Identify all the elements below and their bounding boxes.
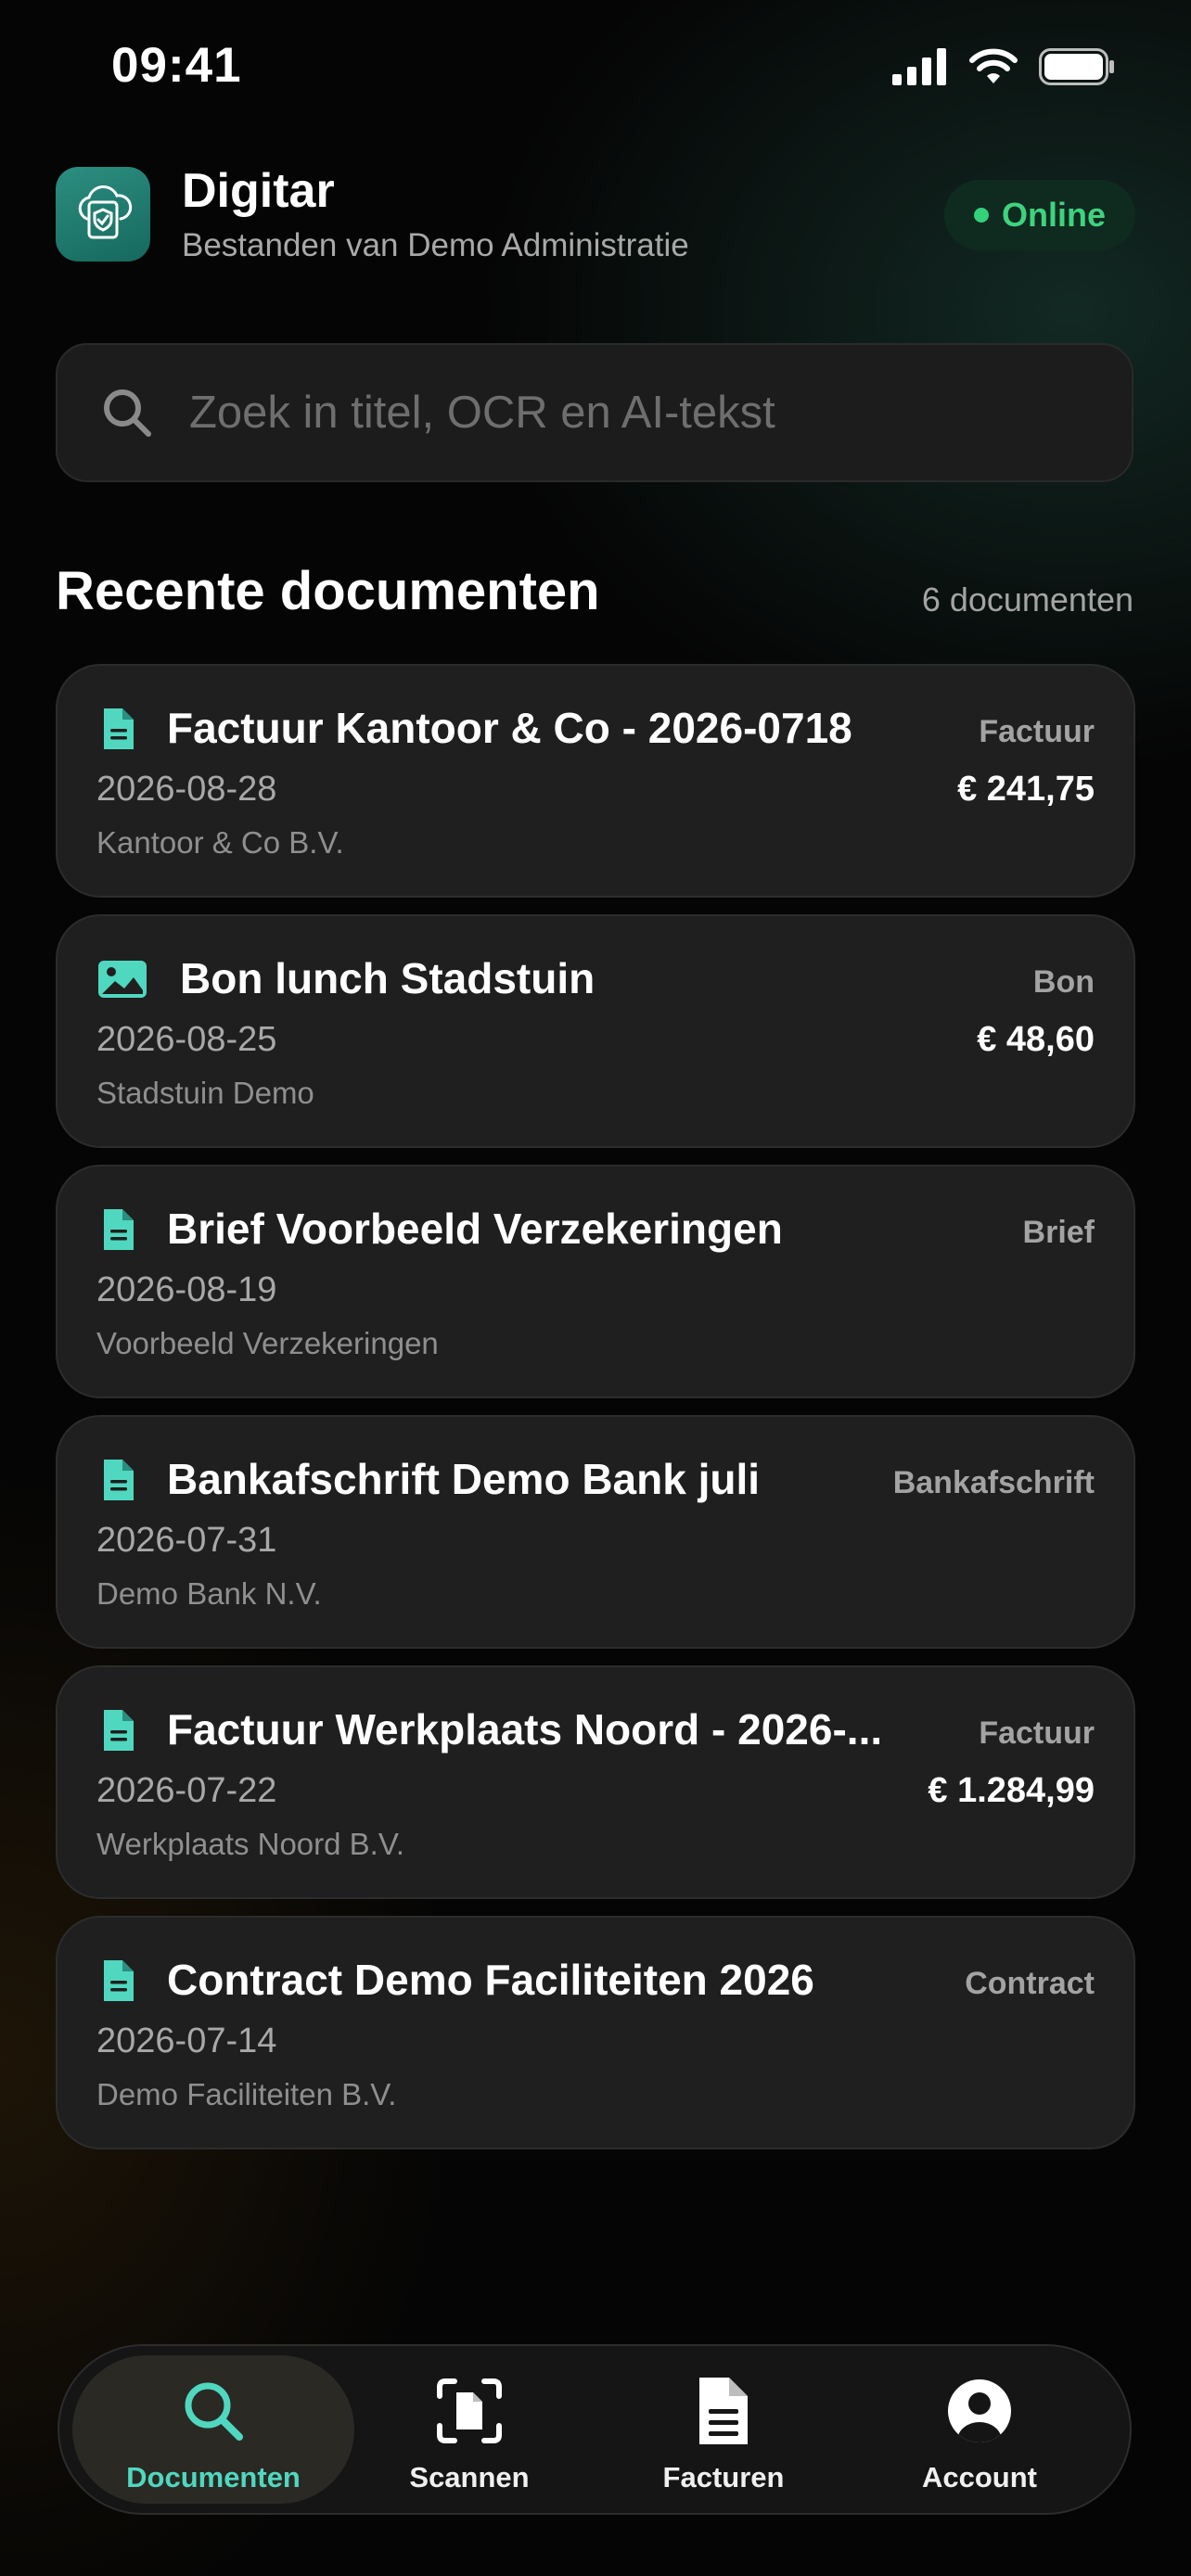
document-company: Kantoor & Co B.V. <box>96 825 344 860</box>
document-icon <box>104 1960 134 2001</box>
document-date: 2026-07-14 <box>96 2021 277 2060</box>
document-count: 6 documenten <box>921 580 1133 618</box>
document-type: Brief <box>1022 1215 1095 1250</box>
battery-icon <box>1039 48 1114 85</box>
document-amount: € 48,60 <box>977 1020 1095 1059</box>
document-icon <box>104 1209 134 1250</box>
tab-label: Documenten <box>126 2461 301 2493</box>
account-icon <box>948 2379 1011 2442</box>
status-icons <box>892 48 1115 85</box>
document-company: Demo Bank N.V. <box>96 1576 322 1611</box>
section-title: Recente documenten <box>56 561 600 621</box>
tab-facturen[interactable]: Facturen <box>583 2355 864 2504</box>
document-icon <box>104 708 134 749</box>
status-badge: Online <box>943 180 1135 250</box>
image-icon <box>98 961 147 998</box>
document-icon <box>104 1460 134 1500</box>
search-input[interactable] <box>187 386 1132 440</box>
document-card[interactable]: Factuur Werkplaats Noord - 2026-... Fact… <box>56 1665 1135 1899</box>
document-company: Demo Faciliteiten B.V. <box>96 2077 397 2111</box>
document-icon <box>104 1710 134 1751</box>
document-list: Factuur Kantoor & Co - 2026-0718 Factuur… <box>56 664 1135 2166</box>
document-date: 2026-07-22 <box>96 1771 277 1810</box>
document-date: 2026-08-28 <box>96 770 277 809</box>
tab-bar: Documenten Scannen Facturen Account <box>58 2344 1132 2515</box>
document-card[interactable]: Bankafschrift Demo Bank juli Bankafschri… <box>56 1415 1135 1649</box>
tab-scannen[interactable]: Scannen <box>328 2355 610 2504</box>
tab-label: Facturen <box>662 2461 785 2493</box>
document-type: Factuur <box>979 714 1095 749</box>
status-bar: 09:41 <box>0 0 1191 139</box>
wifi-icon <box>969 48 1018 83</box>
document-company: Stadstuin Demo <box>96 1076 314 1110</box>
document-type: Bankafschrift <box>892 1465 1095 1500</box>
tab-account[interactable]: Account <box>839 2355 1121 2504</box>
search-icon <box>185 2382 243 2441</box>
document-card[interactable]: Brief Voorbeeld Verzekeringen Brief 2026… <box>56 1165 1135 1398</box>
invoice-icon <box>699 2378 748 2444</box>
document-date: 2026-08-25 <box>96 1020 277 1059</box>
app-subtitle: Bestanden van Demo Administratie <box>182 227 689 263</box>
tab-documenten[interactable]: Documenten <box>72 2355 354 2504</box>
document-type: Contract <box>965 1966 1095 2001</box>
document-title: Factuur Werkplaats Noord - 2026-... <box>167 1705 883 1753</box>
cloud-document-icon <box>78 185 133 239</box>
app-title: Digitar <box>182 164 335 218</box>
document-title: Factuur Kantoor & Co - 2026-0718 <box>167 704 852 752</box>
document-title: Brief Voorbeeld Verzekeringen <box>167 1205 783 1253</box>
document-amount: € 1.284,99 <box>928 1771 1095 1810</box>
tab-label: Account <box>922 2461 1037 2493</box>
document-title: Bon lunch Stadstuin <box>180 954 596 1002</box>
status-time: 09:41 <box>111 38 242 93</box>
document-title: Bankafschrift Demo Bank juli <box>167 1455 761 1503</box>
online-dot-icon <box>973 208 989 223</box>
scan-icon <box>437 2378 502 2443</box>
status-badge-label: Online <box>1001 196 1106 234</box>
document-amount: € 241,75 <box>957 770 1095 809</box>
tab-label: Scannen <box>409 2461 530 2493</box>
search-bar[interactable] <box>56 343 1133 482</box>
document-title: Contract Demo Faciliteiten 2026 <box>167 1956 814 2004</box>
document-company: Voorbeeld Verzekeringen <box>96 1326 439 1360</box>
document-card[interactable]: Bon lunch Stadstuin Bon 2026-08-25 € 48,… <box>56 914 1135 1148</box>
app-logo <box>56 167 150 261</box>
document-type: Factuur <box>979 1715 1095 1751</box>
document-type: Bon <box>1032 964 1095 1000</box>
cellular-signal-icon <box>892 48 946 85</box>
document-date: 2026-07-31 <box>96 1521 277 1560</box>
document-date: 2026-08-19 <box>96 1270 277 1309</box>
document-company: Werkplaats Noord B.V. <box>96 1827 404 1861</box>
document-card[interactable]: Contract Demo Faciliteiten 2026 Contract… <box>56 1916 1135 2149</box>
document-card[interactable]: Factuur Kantoor & Co - 2026-0718 Factuur… <box>56 664 1135 898</box>
search-icon <box>104 389 151 437</box>
